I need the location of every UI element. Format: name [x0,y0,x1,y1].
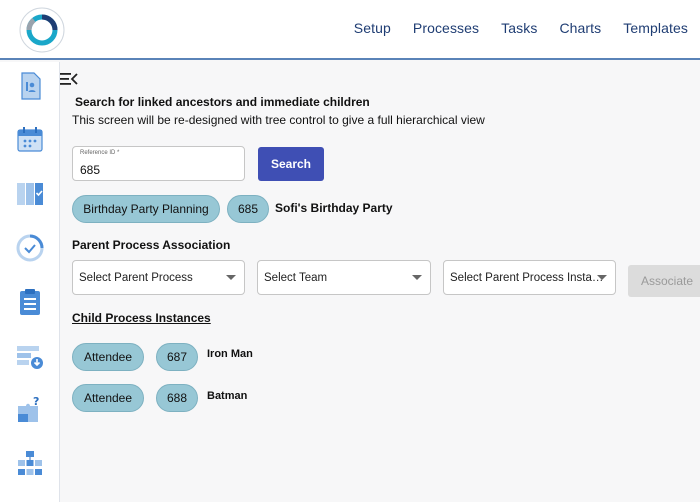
clock-check-icon[interactable] [14,232,46,264]
parent-process-select-label: Select Parent Process [79,272,193,284]
chevron-down-icon [597,275,607,280]
parent-instance-select-label: Select Parent Process Insta… [450,272,604,284]
nav-tasks[interactable]: Tasks [501,20,537,36]
search-button[interactable]: Search [258,147,324,181]
sidebar: ? [0,62,60,502]
clipboard-list-icon[interactable] [14,286,46,318]
team-select[interactable]: Select Team [257,260,431,295]
nav-templates[interactable]: Templates [623,20,688,36]
associate-button[interactable]: Associate [628,265,700,297]
puzzle-question-icon[interactable]: ? [14,394,46,426]
reference-id-input[interactable] [80,163,230,177]
board-check-icon[interactable] [14,178,46,210]
main-nav: Setup Processes Tasks Charts Templates [354,20,688,36]
document-person-icon[interactable] [14,70,46,102]
search-heading: Search for linked ancestors and immediat… [75,95,370,109]
parent-association-heading: Parent Process Association [72,238,231,252]
hierarchy-icon[interactable] [14,448,46,480]
redesign-note: This screen will be re-designed with tre… [72,113,485,127]
calendar-icon[interactable] [14,123,46,155]
app-logo-icon[interactable] [14,4,70,56]
svg-text:?: ? [33,395,39,408]
child-role-chip[interactable]: Attendee [72,343,144,371]
chevron-down-icon [412,275,422,280]
top-bar: Setup Processes Tasks Charts Templates [0,0,700,60]
nav-charts[interactable]: Charts [559,20,601,36]
parent-instance-select[interactable]: Select Parent Process Insta… [443,260,616,295]
parent-process-select[interactable]: Select Parent Process [72,260,245,295]
chevron-down-icon [226,275,236,280]
child-id-chip[interactable]: 687 [156,343,198,371]
child-role-chip[interactable]: Attendee [72,384,144,412]
team-select-label: Select Team [264,272,328,284]
nav-processes[interactable]: Processes [413,20,479,36]
instance-id-chip[interactable]: 685 [227,195,269,223]
child-name: Batman [207,390,248,402]
instance-title: Sofi's Birthday Party [275,201,393,215]
process-name-chip[interactable]: Birthday Party Planning [72,195,220,223]
reference-id-label: Reference ID * [80,150,120,156]
child-id-chip[interactable]: 688 [156,384,198,412]
nav-setup[interactable]: Setup [354,20,391,36]
reference-id-field[interactable]: Reference ID * [72,146,245,181]
child-name: Iron Man [207,348,253,360]
main-content: Search for linked ancestors and immediat… [60,62,700,502]
child-instances-heading: Child Process Instances [72,311,211,325]
collapse-menu-icon[interactable] [60,72,78,86]
layout-download-icon[interactable] [14,340,46,372]
